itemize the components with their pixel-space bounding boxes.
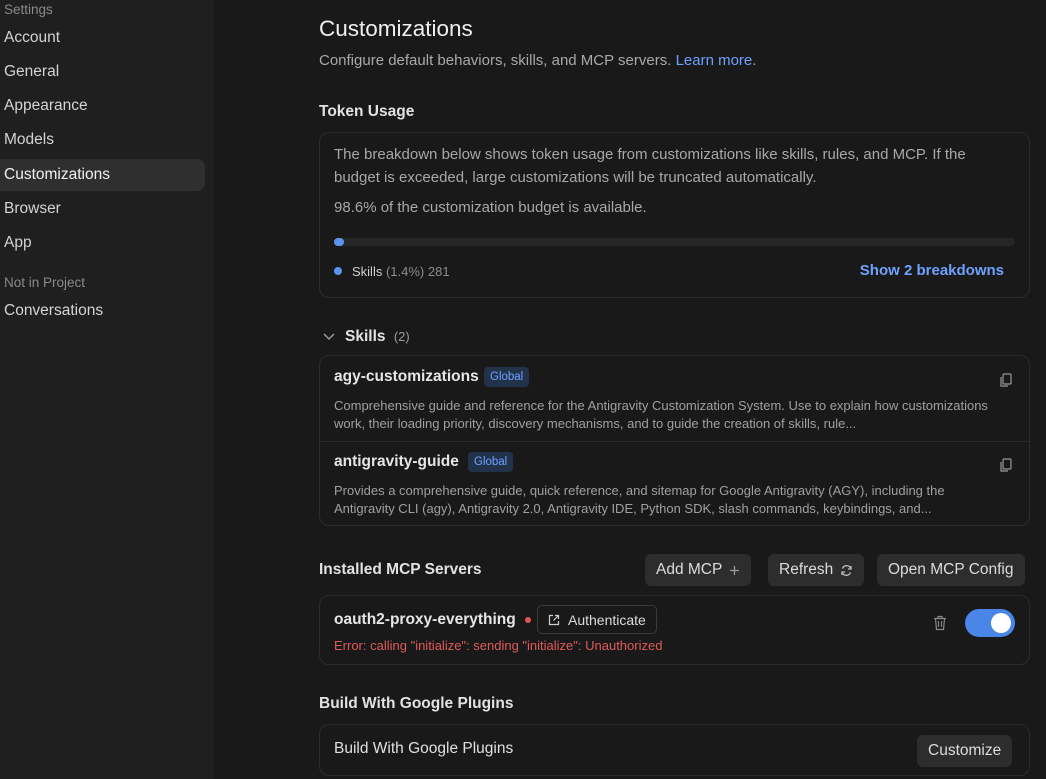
sidebar-item-conversations[interactable]: Conversations: [0, 295, 205, 327]
skills-legend-dot: [334, 267, 342, 275]
settings-sidebar: Settings Account General Appearance Mode…: [0, 0, 214, 779]
authenticate-label: Authenticate: [568, 611, 646, 628]
mcp-server-enable-toggle[interactable]: [965, 609, 1015, 637]
sidebar-item-app[interactable]: App: [0, 227, 205, 259]
show-breakdowns-link[interactable]: Show 2 breakdowns: [860, 262, 1004, 279]
skills-title: Skills: [345, 328, 386, 345]
sidebar-item-browser[interactable]: Browser: [0, 193, 205, 225]
sidebar-item-account[interactable]: Account: [0, 22, 205, 54]
add-mcp-button[interactable]: Add MCP: [645, 554, 752, 586]
skills-section-title[interactable]: Skills (2): [345, 328, 410, 346]
skill-name: antigravity-guide: [334, 453, 459, 470]
skill-description: Comprehensive guide and reference for th…: [334, 398, 988, 431]
sidebar-item-customizations[interactable]: Customizations: [0, 159, 205, 191]
open-mcp-config-button[interactable]: Open MCP Config: [877, 554, 1025, 586]
page-subtitle: Configure default behaviors, skills, and…: [319, 52, 756, 69]
chevron-down-icon[interactable]: [322, 329, 336, 343]
error-status-dot: [525, 617, 531, 623]
token-usage-bar-fill: [334, 238, 344, 246]
global-badge: Global: [468, 452, 514, 472]
refresh-label: Refresh: [779, 561, 834, 578]
plugins-card: Build With Google Plugins Customize: [319, 724, 1030, 776]
copy-icon[interactable]: [999, 373, 1013, 387]
sidebar-item-appearance[interactable]: Appearance: [0, 90, 205, 122]
sidebar-item-models[interactable]: Models: [0, 124, 205, 156]
token-usage-description: The breakdown below shows token usage fr…: [334, 146, 966, 186]
page-subtitle-text: Configure default behaviors, skills, and…: [319, 52, 672, 69]
sidebar-item-general[interactable]: General: [0, 56, 205, 88]
global-badge: Global: [484, 367, 530, 387]
trash-icon[interactable]: [933, 615, 947, 631]
page-title: Customizations: [319, 16, 473, 41]
plugins-row-label: Build With Google Plugins: [334, 740, 514, 757]
mcp-server-name: oauth2-proxy-everything: [334, 611, 516, 628]
authenticate-button[interactable]: Authenticate: [537, 605, 657, 634]
token-usage-card: The breakdown below shows token usage fr…: [319, 132, 1030, 298]
token-usage-bar: [334, 238, 1015, 246]
token-usage-title: Token Usage: [319, 103, 415, 120]
refresh-icon: [841, 564, 852, 576]
external-link-icon: [548, 614, 560, 625]
mcp-error-message: Error: calling "initialize": sending "in…: [334, 638, 663, 653]
skill-name: agy-customizations: [334, 368, 479, 385]
sidebar-heading-settings: Settings: [4, 2, 53, 17]
toggle-knob: [991, 613, 1011, 633]
skill-row[interactable]: agy-customizations Global Comprehensive …: [320, 356, 1029, 441]
plus-icon: [730, 565, 740, 575]
copy-icon[interactable]: [999, 458, 1013, 472]
learn-more-link[interactable]: Learn more: [676, 52, 753, 69]
skills-legend: Skills (1.4%) 281: [352, 264, 450, 279]
refresh-button[interactable]: Refresh: [768, 554, 865, 586]
skills-legend-label: Skills: [352, 264, 383, 279]
subtitle-period: .: [752, 52, 757, 69]
skills-card: agy-customizations Global Comprehensive …: [319, 355, 1030, 526]
plugins-section-title: Build With Google Plugins: [319, 695, 514, 712]
customize-button[interactable]: Customize: [917, 735, 1013, 767]
skill-row[interactable]: antigravity-guide Global Provides a comp…: [320, 441, 1029, 526]
mcp-server-card: oauth2-proxy-everything Authenticate Err…: [319, 595, 1030, 665]
sidebar-heading-project: Not in Project: [4, 275, 86, 290]
skill-description: Provides a comprehensive guide, quick re…: [334, 483, 945, 516]
skills-legend-value: (1.4%) 281: [385, 264, 450, 279]
budget-available-text: 98.6% of the customization budget is ava…: [334, 199, 647, 216]
skills-count: (2): [393, 329, 410, 344]
add-mcp-label: Add MCP: [656, 561, 723, 578]
mcp-section-title: Installed MCP Servers: [319, 561, 482, 578]
